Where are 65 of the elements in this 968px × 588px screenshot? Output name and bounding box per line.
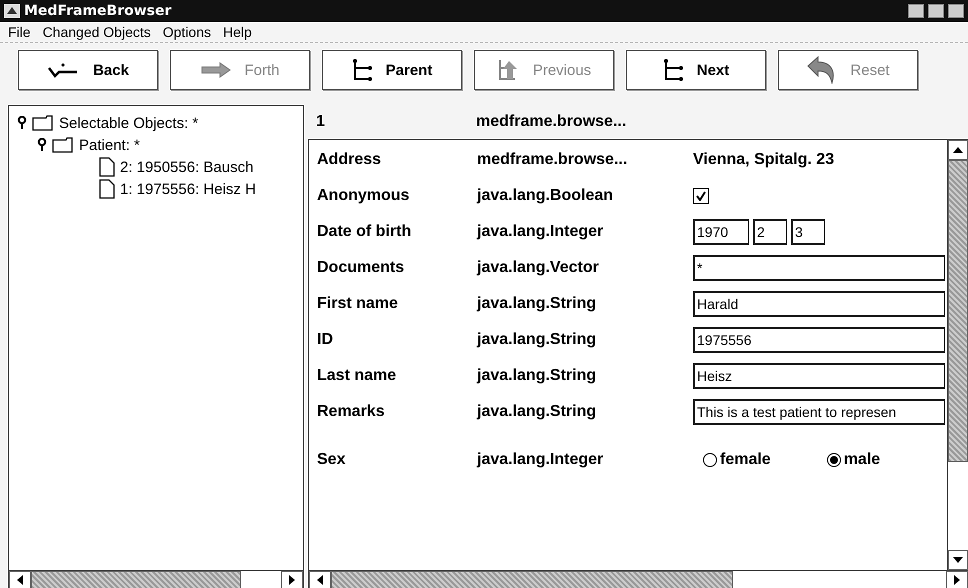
toolbar-button[interactable]: Next: [626, 50, 766, 90]
tree-item[interactable]: Selectable Objects: *: [59, 114, 198, 132]
right-arrow-icon: [200, 62, 232, 78]
header-cell-text: medframe.browse...: [476, 113, 628, 131]
radio-label: female: [720, 451, 771, 469]
document-icon: [99, 157, 115, 177]
property-type: medframe.browse...: [477, 151, 628, 169]
folder-icon: [52, 137, 74, 153]
window-title: MedFrameBrowser: [24, 3, 172, 19]
menu-item[interactable]: File: [4, 24, 39, 40]
up-arrow-icon[interactable]: [953, 147, 963, 153]
property-type: java.lang.Boolean: [477, 187, 614, 205]
toolbar-button[interactable]: Back: [18, 50, 158, 90]
property-type: java.lang.String: [477, 331, 598, 349]
property-name: Documents: [316, 259, 406, 277]
property-name: First name: [316, 295, 399, 313]
menu-item[interactable]: Changed Objects: [38, 24, 159, 40]
property-type: java.lang.Integer: [477, 223, 604, 241]
property-type: java.lang.Integer: [477, 451, 604, 469]
property-name: Remarks: [316, 403, 386, 421]
menu-item[interactable]: Options: [158, 24, 219, 40]
property-name: Anonymous: [316, 187, 410, 205]
right-arrow-icon[interactable]: [289, 575, 295, 585]
tree-item[interactable]: 2: 1950556: Bausch: [120, 158, 254, 176]
left-arrow-icon[interactable]: [17, 575, 23, 585]
input-field[interactable]: 1975556: [693, 327, 945, 353]
folder-icon: [32, 115, 54, 131]
horizontal-scrollbar[interactable]: [9, 570, 303, 588]
horizontal-scrollbar[interactable]: [309, 570, 968, 588]
radio-button[interactable]: [703, 453, 717, 467]
key-pin-icon[interactable]: [17, 116, 27, 130]
vertical-scrollbar[interactable]: [947, 140, 968, 570]
input-field[interactable]: 1970: [693, 219, 749, 245]
right-arrow-icon[interactable]: [954, 575, 960, 585]
tree-branch-icon: [352, 59, 374, 81]
property-type: java.lang.String: [477, 367, 598, 385]
radio-button[interactable]: [826, 453, 841, 467]
tree-item[interactable]: Patient: *: [79, 136, 140, 154]
input-field[interactable]: *: [693, 255, 945, 281]
property-value: Vienna, Spitalg. 23: [693, 151, 834, 169]
property-name: Last name: [316, 367, 398, 385]
property-name: Sex: [316, 451, 346, 469]
radio-label: male: [844, 451, 880, 469]
menu-item[interactable]: Help: [219, 24, 260, 40]
property-type: java.lang.Vector: [477, 259, 600, 277]
input-field[interactable]: 3: [791, 219, 825, 245]
key-pin-icon[interactable]: [37, 138, 47, 152]
property-name: ID: [316, 331, 334, 349]
input-field[interactable]: Heisz: [693, 363, 945, 389]
input-field[interactable]: Harald: [693, 291, 945, 317]
toolbar-button[interactable]: Parent: [322, 50, 462, 90]
tree-branch-icon: [662, 59, 685, 81]
property-name: Address: [316, 151, 382, 169]
checkbox[interactable]: [693, 188, 709, 204]
property-type: java.lang.String: [477, 295, 598, 313]
tree-item[interactable]: 1: 1975556: Heisz H: [120, 180, 256, 198]
header-cell-text: 1: [315, 113, 326, 131]
left-arrow-icon[interactable]: [317, 575, 323, 585]
input-field[interactable]: This is a test patient to represen: [693, 399, 945, 425]
down-arrow-icon[interactable]: [953, 557, 963, 563]
property-name: Date of birth: [316, 223, 412, 241]
input-field[interactable]: 2: [753, 219, 787, 245]
app-icon: [4, 4, 20, 18]
document-icon: [99, 179, 115, 199]
property-type: java.lang.String: [477, 403, 598, 421]
